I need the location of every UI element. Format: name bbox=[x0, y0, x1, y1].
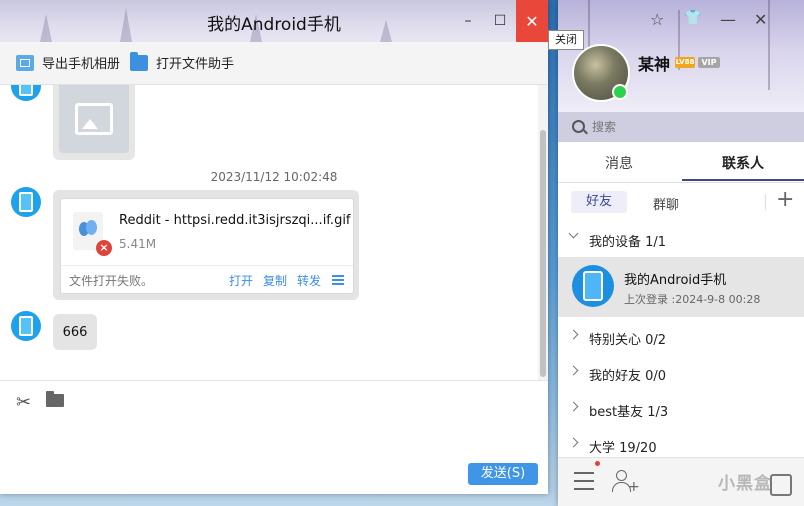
file-message: × Reddit - httpsi.redd.it3isjrszqi...if.… bbox=[53, 190, 359, 300]
active-tab-indicator bbox=[682, 179, 804, 181]
folder-icon bbox=[130, 51, 148, 71]
level-badge[interactable]: LV88 bbox=[675, 57, 695, 68]
phone-icon bbox=[19, 316, 33, 336]
contact-subtabs: 好友 群聊 + bbox=[558, 183, 804, 221]
open-file-helper-button[interactable]: 打开文件助手 bbox=[130, 51, 235, 72]
shirt-icon[interactable]: 👕 bbox=[684, 10, 701, 26]
app-manager-icon[interactable] bbox=[770, 474, 792, 496]
input-area[interactable]: ✂ 发送(S) bbox=[0, 380, 548, 494]
device-avatar[interactable] bbox=[11, 85, 41, 101]
subtab-groups[interactable]: 群聊 bbox=[653, 194, 679, 213]
file-name: Reddit - httpsi.redd.it3isjrszqi...if.gi… bbox=[119, 213, 351, 228]
text-message[interactable]: 666 bbox=[53, 314, 97, 350]
main-tabs: 消息 联系人 bbox=[558, 142, 804, 183]
copy-file-link[interactable]: 复制 bbox=[263, 272, 287, 289]
folder-icon[interactable] bbox=[46, 391, 64, 407]
contact-name: 我的Android手机 bbox=[624, 273, 727, 288]
more-menu-icon[interactable] bbox=[332, 275, 344, 287]
panel-footer: + 小黑盒 bbox=[558, 457, 804, 506]
group-label: best基友 1/3 bbox=[589, 405, 669, 420]
divider bbox=[61, 265, 353, 266]
maximize-button[interactable]: ☐ bbox=[484, 0, 516, 42]
message-scrollbar[interactable] bbox=[538, 85, 548, 380]
phone-icon bbox=[19, 85, 33, 96]
scissors-icon[interactable]: ✂ bbox=[16, 392, 31, 413]
notification-dot bbox=[595, 461, 600, 466]
group-my-friends[interactable]: 我的好友 0/0 bbox=[558, 355, 804, 391]
group-my-devices[interactable]: 我的设备 1/1 bbox=[558, 221, 804, 257]
phone-avatar-icon bbox=[572, 265, 614, 307]
skin-star-icon[interactable]: ☆ bbox=[650, 10, 664, 29]
group-label: 我的设备 1/1 bbox=[589, 235, 667, 250]
image-placeholder bbox=[59, 85, 129, 153]
chat-toolbar: 导出手机相册 打开文件助手 bbox=[0, 42, 548, 85]
file-size: 5.41M bbox=[119, 237, 157, 251]
scroll-thumb[interactable] bbox=[540, 130, 546, 377]
group-special-care[interactable]: 特别关心 0/2 bbox=[558, 319, 804, 355]
image-icon bbox=[75, 103, 113, 135]
chevron-down-icon bbox=[568, 228, 579, 239]
message-list: 2023/11/12 10:02:48 × Reddit - httpsi.re… bbox=[0, 85, 548, 380]
device-avatar[interactable] bbox=[11, 187, 41, 217]
minimize-button[interactable]: — bbox=[720, 10, 736, 29]
user-name: 某神 bbox=[638, 55, 671, 74]
export-album-button[interactable]: 导出手机相册 bbox=[16, 53, 120, 72]
open-file-link[interactable]: 打开 bbox=[229, 272, 253, 289]
panel-header[interactable]: ☆ 👕 — ✕ 某神 LV88 VIP bbox=[558, 0, 804, 112]
group-label: 特别关心 0/2 bbox=[589, 333, 667, 348]
close-tooltip: 关闭 bbox=[548, 30, 584, 50]
chevron-right-icon bbox=[568, 401, 579, 412]
send-button[interactable]: 发送(S) bbox=[468, 463, 538, 485]
online-status-dot[interactable] bbox=[612, 84, 628, 100]
chevron-right-icon bbox=[568, 365, 579, 376]
contact-group-list: 我的设备 1/1 我的Android手机 上次登录 :2024-9-8 00:2… bbox=[558, 221, 804, 457]
tab-messages[interactable]: 消息 bbox=[605, 153, 633, 173]
message-timestamp: 2023/11/12 10:02:48 bbox=[210, 170, 338, 184]
chevron-right-icon bbox=[568, 437, 579, 448]
photo-export-icon bbox=[16, 54, 34, 71]
group-label: 大学 19/20 bbox=[589, 441, 657, 456]
group-best-friends[interactable]: best基友 1/3 bbox=[558, 391, 804, 427]
decor-tree bbox=[768, 0, 770, 90]
file-status: 文件打开失败。 bbox=[69, 274, 154, 288]
add-contact-plus-icon[interactable]: + bbox=[776, 187, 794, 212]
search-bar bbox=[558, 112, 804, 142]
image-message[interactable] bbox=[53, 85, 135, 160]
search-input[interactable] bbox=[592, 118, 772, 136]
file-card[interactable]: × Reddit - httpsi.redd.it3isjrszqi...if.… bbox=[60, 198, 354, 294]
export-album-label: 导出手机相册 bbox=[42, 57, 121, 72]
main-menu-icon[interactable] bbox=[574, 472, 594, 496]
contacts-panel: ☆ 👕 — ✕ 某神 LV88 VIP 消息 联系人 好友 群聊 + 我的设备 … bbox=[558, 0, 804, 506]
open-file-helper-label: 打开文件助手 bbox=[156, 57, 235, 72]
close-button[interactable]: ✕ bbox=[754, 10, 767, 29]
subtab-friends[interactable]: 好友 bbox=[571, 191, 627, 213]
phone-icon bbox=[19, 192, 33, 212]
vip-badge[interactable]: VIP bbox=[698, 57, 720, 68]
chevron-right-icon bbox=[568, 329, 579, 340]
watermark-logo: 小黑盒 bbox=[718, 474, 772, 494]
chat-window: 我的Android手机 – ☐ ✕ 导出手机相册 打开文件助手 2023/11/… bbox=[0, 0, 548, 494]
tab-contacts[interactable]: 联系人 bbox=[722, 153, 764, 173]
last-login-text: 上次登录 :2024-9-8 00:28 bbox=[624, 293, 761, 306]
error-icon: × bbox=[96, 240, 112, 256]
close-button[interactable]: ✕ bbox=[516, 0, 548, 42]
group-label: 我的好友 0/0 bbox=[589, 369, 667, 384]
chat-title-bar[interactable]: 我的Android手机 – ☐ ✕ bbox=[0, 0, 548, 42]
device-avatar[interactable] bbox=[11, 311, 41, 341]
add-friend-icon[interactable]: + bbox=[612, 470, 640, 494]
divider bbox=[765, 194, 766, 210]
contact-row-android-phone[interactable]: 我的Android手机 上次登录 :2024-9-8 00:28 bbox=[558, 257, 804, 317]
forward-file-link[interactable]: 转发 bbox=[297, 272, 321, 289]
search-icon bbox=[572, 120, 585, 133]
minimize-button[interactable]: – bbox=[452, 0, 484, 42]
